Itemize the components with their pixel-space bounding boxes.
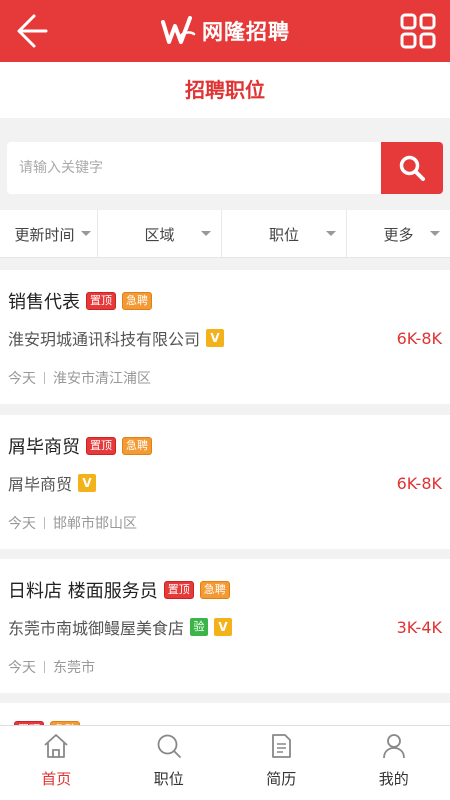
divider	[44, 372, 45, 384]
user-icon	[382, 734, 405, 759]
search-icon	[399, 155, 425, 181]
tab-label: 我的	[378, 770, 409, 788]
back-arrow-icon[interactable]	[12, 10, 56, 52]
verified-v-icon: V	[78, 474, 97, 492]
urgent-badge: 急聘	[122, 292, 152, 310]
tab-resume[interactable]: 简历	[225, 726, 338, 800]
brand-logo-icon	[161, 16, 196, 44]
filter-label: 更新时间	[14, 225, 75, 244]
post-date: 今天	[8, 371, 36, 387]
grid-menu-icon[interactable]	[400, 13, 436, 49]
bottom-tab-bar: 首页 职位 简历 我的	[0, 725, 450, 800]
divider	[44, 517, 45, 529]
tab-me[interactable]: 我的	[338, 726, 450, 800]
company-row: 淮安玥城通讯科技有限公司 V	[8, 326, 225, 350]
job-card[interactable]: 屑毕商贸 置顶 急聘 屑毕商贸 V 6K-8K 今天 邯郸市邯山区	[0, 415, 450, 549]
search-button[interactable]	[381, 142, 443, 194]
job-title-row: 屑毕商贸 置顶 急聘	[8, 433, 152, 459]
job-location: 邯郸市邯山区	[53, 516, 137, 532]
job-location: 淮安市清江浦区	[53, 371, 151, 387]
job-location: 东莞市	[53, 660, 95, 676]
job-title: 日料店 楼面服务员	[8, 581, 158, 602]
caret-down-icon	[201, 231, 211, 236]
app-brand: 网隆招聘	[160, 12, 290, 50]
salary: 3K-4K	[396, 618, 442, 637]
tab-label: 简历	[266, 770, 297, 788]
company-row: 屑毕商贸 V	[8, 471, 97, 495]
home-icon	[44, 734, 68, 758]
post-date: 今天	[8, 516, 36, 532]
divider	[44, 661, 45, 673]
verified-v-icon: V	[214, 618, 233, 636]
caret-down-icon	[326, 231, 336, 236]
job-card[interactable]: 日料店 楼面服务员 置顶 急聘 东莞市南城御鳗屋美食店 验 V 3K-4K 今天…	[0, 559, 450, 693]
tab-label: 职位	[153, 770, 184, 788]
tab-label: 首页	[41, 770, 72, 788]
urgent-badge: 急聘	[199, 581, 230, 599]
caret-down-icon	[81, 231, 91, 236]
job-meta: 今天 淮安市清江浦区	[8, 368, 151, 388]
verified-v-icon: V	[206, 329, 225, 347]
filter-label: 更多	[383, 225, 414, 244]
job-meta: 今天 邯郸市邯山区	[8, 513, 137, 533]
post-date: 今天	[8, 660, 36, 676]
filter-position[interactable]: 职位	[222, 210, 347, 258]
tab-home[interactable]: 首页	[0, 726, 113, 800]
search-icon	[157, 734, 181, 758]
salary: 6K-8K	[396, 329, 442, 348]
company-row: 东莞市南城御鳗屋美食店 验 V	[8, 615, 233, 639]
company-name: 东莞市南城御鳗屋美食店	[8, 619, 185, 638]
app-title: 网隆招聘	[202, 20, 290, 44]
search-section	[0, 118, 450, 210]
job-meta: 今天 东莞市	[8, 657, 95, 677]
job-title: 销售代表	[8, 292, 80, 313]
urgent-badge: 急聘	[122, 437, 152, 455]
tab-positions[interactable]: 职位	[113, 726, 226, 800]
company-name: 淮安玥城通讯科技有限公司	[8, 330, 201, 349]
filter-region[interactable]: 区域	[98, 210, 222, 258]
resume-icon	[272, 734, 291, 758]
job-title-row: 日料店 楼面服务员 置顶 急聘	[8, 577, 230, 603]
filter-update-time[interactable]: 更新时间	[0, 210, 98, 258]
search-box	[7, 142, 443, 194]
job-title-row: 销售代表 置顶 急聘	[8, 288, 152, 314]
company-name: 屑毕商贸	[8, 475, 73, 494]
page-title: 招聘职位	[0, 62, 450, 118]
job-card[interactable]: 销售代表 置顶 急聘 淮安玥城通讯科技有限公司 V 6K-8K 今天 淮安市清江…	[0, 270, 450, 404]
salary: 6K-8K	[396, 474, 442, 493]
filter-label: 职位	[268, 225, 299, 244]
top-bar: 网隆招聘	[0, 0, 450, 62]
verified-yan-icon: 验	[190, 618, 209, 636]
filter-more[interactable]: 更多	[347, 210, 450, 258]
filter-label: 区域	[144, 225, 175, 244]
pinned-badge: 置顶	[163, 581, 194, 599]
search-input[interactable]	[19, 142, 379, 194]
pinned-badge: 置顶	[86, 437, 116, 455]
caret-down-icon	[430, 231, 440, 236]
pinned-badge: 置顶	[86, 292, 116, 310]
filter-bar: 更新时间 区域 职位 更多	[0, 210, 450, 258]
job-title: 屑毕商贸	[8, 437, 80, 458]
